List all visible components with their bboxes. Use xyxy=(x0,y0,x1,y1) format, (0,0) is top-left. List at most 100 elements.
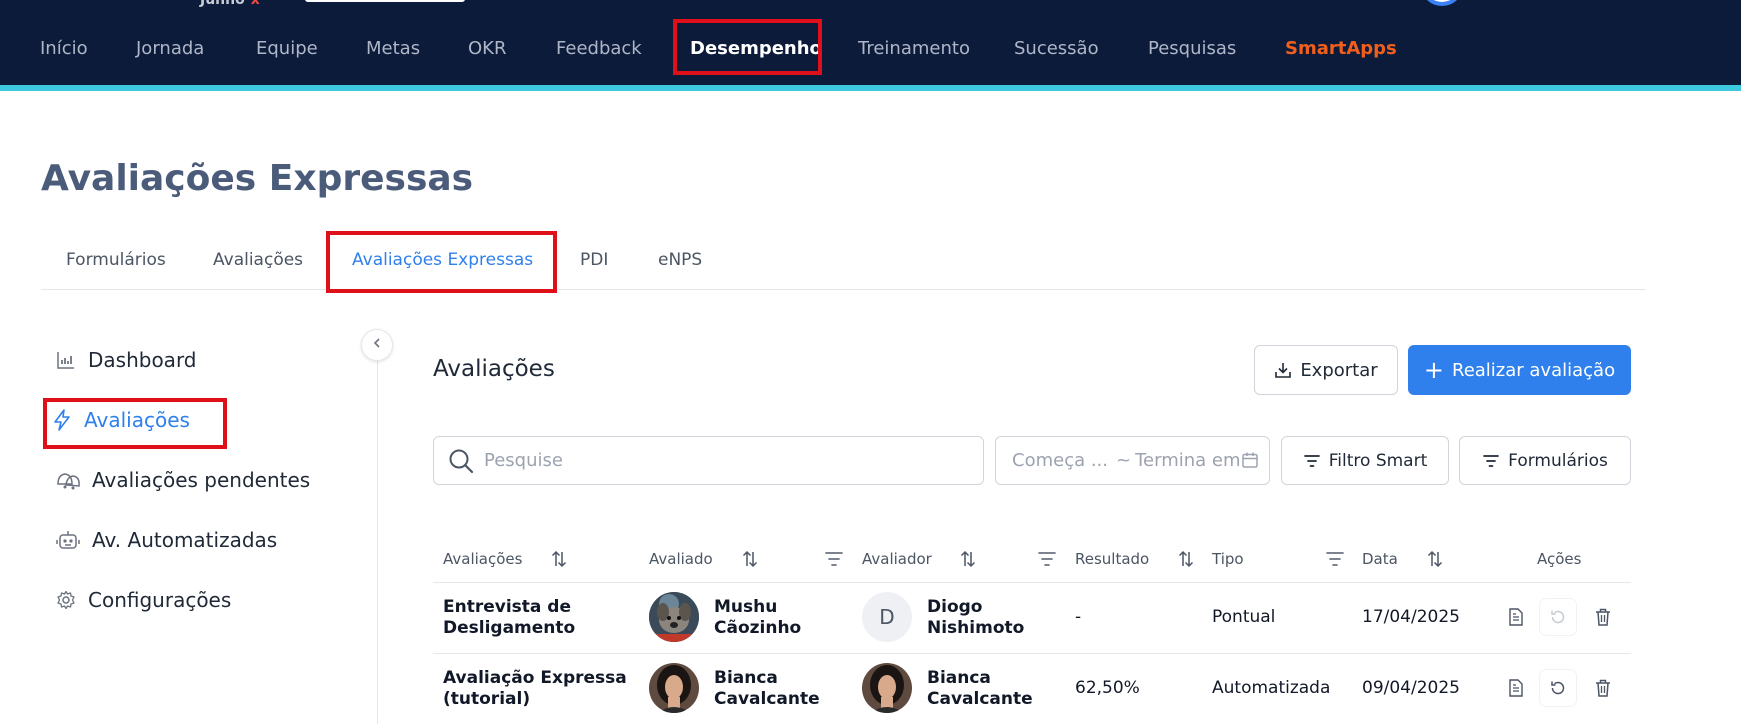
column-header-avaliador: Avaliador xyxy=(862,550,932,568)
tab-enps[interactable]: eNPS xyxy=(658,245,702,275)
download-icon xyxy=(1274,361,1292,379)
initial-avatar: D xyxy=(862,592,912,642)
sort-icon[interactable] xyxy=(1176,549,1196,569)
row-evaluator-name: Diogo Nishimoto xyxy=(927,597,1025,638)
column-header-acoes: Ações xyxy=(1537,550,1582,568)
robot-icon xyxy=(54,528,82,552)
chart-icon xyxy=(54,348,78,372)
nav-highlight-box xyxy=(673,19,822,75)
plus-icon: + xyxy=(1423,356,1444,384)
top-navigation-bar: Junho x Início Jornada Equipe Metas OKR F… xyxy=(0,0,1741,85)
search-box[interactable] xyxy=(433,436,984,485)
realizar-avaliacao-button[interactable]: + Realizar avaliação xyxy=(1408,345,1631,395)
woman-photo-avatar xyxy=(862,663,912,713)
row-evaluated-name: Bianca Cavalcante xyxy=(714,668,820,709)
sidebar-collapse-button[interactable] xyxy=(361,329,393,361)
row-evaluation-name: Avaliação Expressa (tutorial) xyxy=(443,668,627,709)
sidebar-highlight-box xyxy=(43,398,227,449)
sidebar-item-label: Avaliações pendentes xyxy=(92,468,311,492)
sidebar-item-label: Av. Automatizadas xyxy=(92,528,278,552)
tab-pdi[interactable]: PDI xyxy=(580,245,608,275)
sort-icon[interactable] xyxy=(958,549,978,569)
column-header-avaliacoes: Avaliações xyxy=(443,550,523,568)
document-icon[interactable] xyxy=(1498,599,1534,635)
row-evaluator-name: Bianca Cavalcante xyxy=(927,668,1033,709)
table-header-divider xyxy=(433,582,1631,583)
formularios-filter-button[interactable]: Formulários xyxy=(1459,436,1631,485)
row-type: Pontual xyxy=(1212,607,1276,627)
nav-sucessao[interactable]: Sucessão xyxy=(1014,34,1099,64)
export-label: Exportar xyxy=(1300,359,1378,381)
export-button[interactable]: Exportar xyxy=(1254,345,1398,395)
column-header-avaliado: Avaliado xyxy=(649,550,713,568)
reopen-icon[interactable] xyxy=(1540,599,1576,635)
bells-icon xyxy=(54,468,82,492)
sort-icon[interactable] xyxy=(740,549,760,569)
search-icon xyxy=(448,448,474,474)
date-separator: ~ xyxy=(1116,450,1132,471)
calendar-icon[interactable] xyxy=(1241,451,1259,474)
gear-icon xyxy=(54,588,78,612)
nav-feedback[interactable]: Feedback xyxy=(556,34,642,64)
user-avatar[interactable] xyxy=(1422,0,1462,6)
filter-icon[interactable] xyxy=(1037,549,1057,569)
tab-formularios[interactable]: Formulários xyxy=(66,245,166,275)
global-search-bar[interactable] xyxy=(305,0,465,2)
row-evaluated-name: Mushu Cãozinho xyxy=(714,597,802,638)
formularios-filter-label: Formulários xyxy=(1508,450,1608,471)
reopen-icon[interactable] xyxy=(1540,670,1576,706)
row-date: 17/04/2025 xyxy=(1362,607,1460,627)
filtro-smart-button[interactable]: Filtro Smart xyxy=(1281,436,1449,485)
tab-highlight-box xyxy=(326,231,557,293)
date-start-input[interactable]: Começa ... xyxy=(1012,450,1108,471)
realizar-avaliacao-label: Realizar avaliação xyxy=(1452,359,1616,381)
nav-equipe[interactable]: Equipe xyxy=(256,34,318,64)
nav-metas[interactable]: Metas xyxy=(366,34,420,64)
chevron-left-icon xyxy=(371,337,383,353)
filtro-smart-label: Filtro Smart xyxy=(1328,450,1428,471)
column-header-data: Data xyxy=(1362,550,1398,568)
topbar-accent-line xyxy=(0,85,1741,91)
date-end-input[interactable]: Termina em xyxy=(1135,450,1240,471)
filter-icon[interactable] xyxy=(1325,549,1345,569)
row-date: 09/04/2025 xyxy=(1362,678,1460,698)
sort-icon[interactable] xyxy=(1425,549,1445,569)
trash-icon[interactable] xyxy=(1585,599,1621,635)
sidebar-divider xyxy=(377,346,378,724)
document-icon[interactable] xyxy=(1498,670,1534,706)
tab-avaliacoes[interactable]: Avaliações xyxy=(213,245,303,275)
logo-x: x xyxy=(250,0,260,8)
row-type: Automatizada xyxy=(1212,678,1331,698)
logo: Junho x xyxy=(200,0,260,8)
row-result: - xyxy=(1075,607,1082,627)
dog-photo-avatar xyxy=(649,592,699,642)
sidebar-item-label: Configurações xyxy=(88,588,232,612)
nav-smartapps[interactable]: SmartApps xyxy=(1285,34,1397,64)
row-result: 62,50% xyxy=(1075,678,1140,698)
sidebar-item-dashboard[interactable]: Dashboard xyxy=(54,345,197,375)
sidebar-item-avaliacoes-pendentes[interactable]: Avaliações pendentes xyxy=(54,465,310,495)
page-title: Avaliações Expressas xyxy=(41,158,474,199)
trash-icon[interactable] xyxy=(1585,670,1621,706)
section-title: Avaliações xyxy=(433,356,555,382)
nav-inicio[interactable]: Início xyxy=(40,34,88,64)
filter-icon xyxy=(1303,453,1321,469)
woman-photo-avatar xyxy=(649,663,699,713)
nav-treinamento[interactable]: Treinamento xyxy=(858,34,970,64)
sidebar-item-label: Dashboard xyxy=(88,348,197,372)
filter-icon xyxy=(1482,453,1500,469)
row-divider xyxy=(433,653,1631,654)
sidebar-item-av-automatizadas[interactable]: Av. Automatizadas xyxy=(54,525,277,555)
row-evaluation-name: Entrevista de Desligamento xyxy=(443,597,576,638)
column-header-resultado: Resultado xyxy=(1075,550,1150,568)
sort-icon[interactable] xyxy=(549,549,569,569)
sidebar-item-configuracoes[interactable]: Configurações xyxy=(54,585,231,615)
tabs-divider xyxy=(41,289,1646,290)
column-header-tipo: Tipo xyxy=(1212,550,1244,568)
filter-icon[interactable] xyxy=(824,549,844,569)
nav-okr[interactable]: OKR xyxy=(468,34,506,64)
search-input[interactable] xyxy=(484,450,964,471)
nav-jornada[interactable]: Jornada xyxy=(136,34,204,64)
nav-pesquisas[interactable]: Pesquisas xyxy=(1148,34,1236,64)
date-range-picker[interactable]: Começa ... ~ Termina em xyxy=(995,436,1270,485)
